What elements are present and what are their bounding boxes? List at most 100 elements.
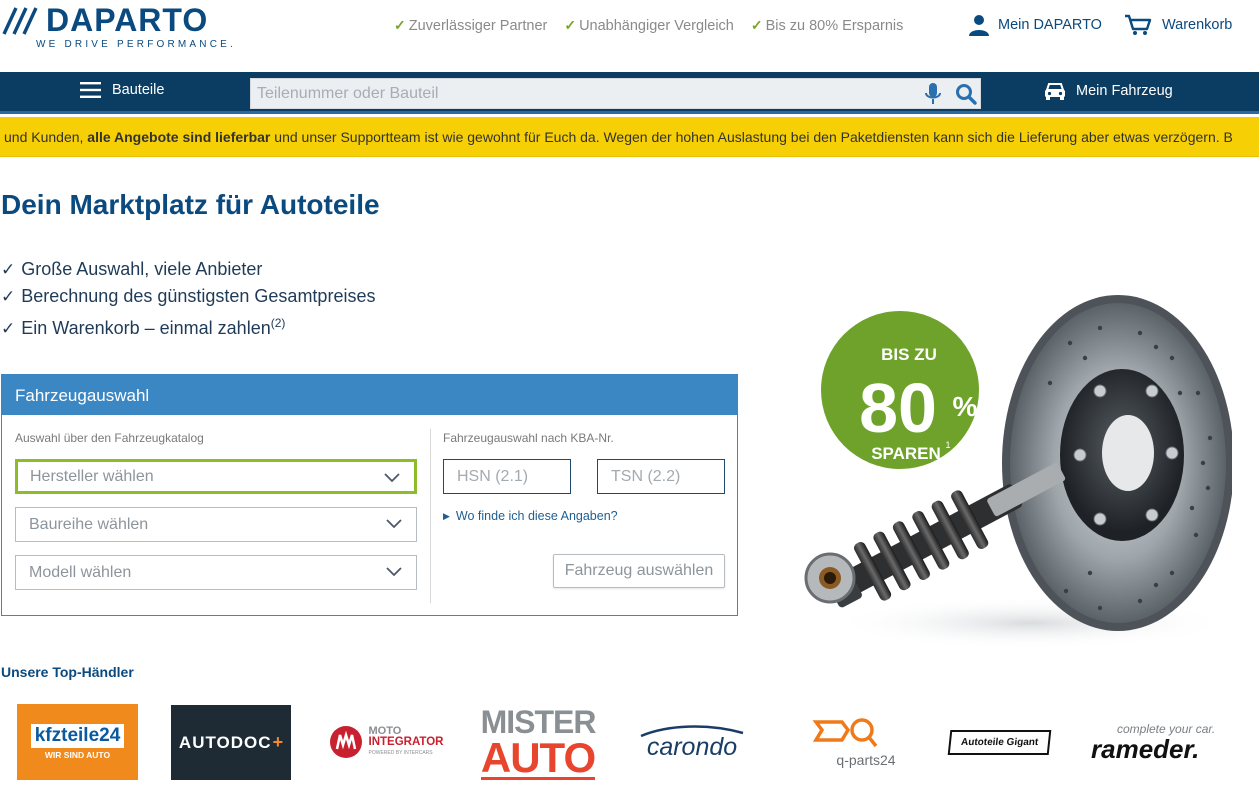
my-account-link[interactable]: Mein DAPARTO bbox=[968, 14, 1102, 36]
search-input[interactable] bbox=[251, 79, 911, 108]
banner-text-end: und unser Supportteam ist wie gewohnt fü… bbox=[270, 129, 1233, 145]
usp-item: ✓ Zuverlässiger Partner bbox=[394, 17, 547, 34]
manufacturer-select[interactable]: Hersteller wählen bbox=[15, 459, 417, 494]
search-box bbox=[250, 78, 981, 109]
tsn-input[interactable] bbox=[597, 459, 725, 494]
rameder-wordmark: rameder. bbox=[1091, 734, 1200, 764]
search-icon[interactable] bbox=[955, 83, 977, 105]
logo-wordmark: DAPARTO bbox=[2, 2, 208, 39]
chevron-down-icon bbox=[386, 567, 402, 577]
info-banner: und Kunden, alle Angebote sind lieferbar… bbox=[0, 117, 1259, 157]
misterauto-line2: AUTO bbox=[480, 733, 596, 781]
triangle-right-icon: ▶ bbox=[443, 510, 450, 521]
parts-menu-label: Bauteile bbox=[112, 82, 165, 98]
chevron-down-icon bbox=[384, 473, 400, 483]
usp-list: ✓ Zuverlässiger Partner ✓ Unabhängiger Ver… bbox=[394, 17, 903, 34]
logo-text: DAPARTO bbox=[46, 2, 209, 38]
footnote-marker[interactable]: (2) bbox=[271, 316, 286, 330]
hsn-input[interactable] bbox=[443, 459, 571, 494]
cart-icon bbox=[1125, 14, 1152, 35]
series-select-value: Baureihe wählen bbox=[29, 515, 149, 533]
check-icon: ✓ bbox=[750, 17, 763, 33]
usp-label: Bis zu 80% Ersparnis bbox=[765, 17, 904, 34]
check-icon: ✓ bbox=[564, 17, 577, 33]
banner-text-start: und Kunden, bbox=[4, 129, 88, 145]
carondo-wordmark: carondo bbox=[646, 732, 738, 761]
kba-label: Fahrzeugauswahl nach KBA-Nr. bbox=[443, 431, 614, 445]
motointegrator-line3: POWERED BY INTERCARS bbox=[368, 749, 433, 756]
model-select-value: Modell wählen bbox=[29, 563, 132, 581]
dealer-logo-rameder[interactable]: complete your car. rameder. bbox=[1091, 700, 1221, 784]
hamburger-icon bbox=[80, 82, 101, 98]
promo-line1: BIS ZU bbox=[881, 345, 937, 364]
cart-link[interactable]: Warenkorb bbox=[1124, 14, 1232, 36]
autodoc-wordmark: AUTODOC bbox=[178, 732, 272, 752]
account-label: Mein DAPARTO bbox=[998, 17, 1102, 33]
panel-divider bbox=[430, 429, 431, 603]
dealer-logo-carondo[interactable]: carondo bbox=[632, 700, 752, 784]
benefit-text: Ein Warenkorb – einmal zahlen bbox=[21, 318, 271, 338]
check-icon: ✓ bbox=[1, 287, 16, 306]
dealer-logo-qparts24[interactable]: q-parts24 bbox=[787, 700, 907, 784]
benefit-list: ✓ Große Auswahl, viele Anbieter ✓ Berechnu… bbox=[1, 256, 375, 342]
check-icon: ✓ bbox=[1, 319, 16, 338]
promo-brake-image[interactable]: BIS ZU 80 % SPAREN 1 bbox=[800, 273, 1232, 649]
qparts24-wordmark: q-parts24 bbox=[836, 752, 896, 768]
kfzteile24-tagline: WIR SIND AUTO bbox=[44, 750, 111, 760]
kba-help-label: Wo finde ich diese Angaben? bbox=[455, 509, 618, 523]
dealer-logo-autoteilegigant[interactable]: Autoteile Gigant bbox=[941, 700, 1059, 784]
benefit-item: ✓ Ein Warenkorb – einmal zahlen(2) bbox=[1, 310, 375, 342]
usp-item: ✓ Bis zu 80% Ersparnis bbox=[751, 17, 904, 34]
check-icon: ✓ bbox=[1, 260, 16, 279]
motointegrator-emblem-icon bbox=[329, 726, 362, 758]
promo-percent-value: 80 bbox=[859, 369, 937, 447]
cart-label: Warenkorb bbox=[1162, 17, 1233, 33]
my-vehicle-label: Mein Fahrzeug bbox=[1076, 83, 1173, 99]
promo-footnote: 1 bbox=[945, 440, 950, 450]
model-select[interactable]: Modell wählen bbox=[15, 555, 417, 590]
manufacturer-select-value: Hersteller wählen bbox=[30, 467, 154, 485]
dealer-logo-motointegrator[interactable]: MOTO INTEGRATOR POWERED BY INTERCARS bbox=[326, 700, 446, 784]
banner-text-bold: alle Angebote sind lieferbar bbox=[87, 129, 271, 145]
usp-label: Unabhängiger Vergleich bbox=[579, 17, 734, 34]
promo-percent-sign: % bbox=[953, 391, 978, 422]
chevron-down-icon bbox=[386, 519, 402, 529]
my-vehicle-button[interactable]: Mein Fahrzeug bbox=[1044, 82, 1173, 100]
dealer-logo-autodoc[interactable]: AUTODOC + bbox=[171, 705, 291, 780]
logo-tagline: WE DRIVE PERFORMANCE. bbox=[36, 39, 236, 50]
nav-bar: Bauteile Mein Fahrzeug bbox=[0, 72, 1259, 114]
dealer-logo-misterauto[interactable]: MISTER AUTO bbox=[480, 700, 596, 784]
vehicle-selection-panel: Fahrzeugauswahl Auswahl über den Fahrzeu… bbox=[1, 374, 738, 616]
top-header: DAPARTO WE DRIVE PERFORMANCE. ✓ Zuverläss… bbox=[0, 0, 1259, 72]
qparts24-emblem-icon bbox=[812, 718, 878, 748]
catalog-label: Auswahl über den Fahrzeugkatalog bbox=[15, 431, 204, 445]
panel-title: Fahrzeugauswahl bbox=[2, 375, 737, 415]
top-dealers-title: Unsere Top-Händler bbox=[1, 664, 134, 680]
kba-help-link[interactable]: ▶ Wo finde ich diese Angaben? bbox=[443, 509, 618, 523]
benefit-label: Ein Warenkorb – einmal zahlen(2) bbox=[21, 310, 285, 342]
benefit-label: Berechnung des günstigsten Gesamtpreises bbox=[21, 286, 376, 306]
autoteilegigant-wordmark: Autoteile Gigant bbox=[948, 729, 1052, 755]
check-icon: ✓ bbox=[394, 17, 406, 33]
motointegrator-line1: MOTO bbox=[368, 724, 402, 737]
microphone-icon[interactable] bbox=[923, 83, 943, 105]
daparto-logo[interactable]: DAPARTO WE DRIVE PERFORMANCE. bbox=[2, 2, 252, 50]
car-icon bbox=[1045, 83, 1065, 100]
dealer-logo-kfzteile24[interactable]: kfzteile24 WIR SIND AUTO bbox=[17, 704, 138, 780]
plus-icon: + bbox=[272, 732, 284, 752]
benefit-label: Große Auswahl, viele Anbieter bbox=[21, 259, 263, 279]
info-banner-text: und Kunden, alle Angebote sind lieferbar… bbox=[4, 129, 1233, 145]
usp-label: Zuverlässiger Partner bbox=[408, 17, 548, 34]
page-title: Dein Marktplatz für Autoteile bbox=[1, 189, 380, 220]
benefit-item: ✓ Große Auswahl, viele Anbieter bbox=[1, 256, 375, 283]
series-select[interactable]: Baureihe wählen bbox=[15, 507, 417, 542]
promo-line2: SPAREN bbox=[871, 444, 941, 463]
motointegrator-wordmark: MOTO INTEGRATOR POWERED BY INTERCARS bbox=[368, 724, 444, 759]
benefit-item: ✓ Berechnung des günstigsten Gesamtpreise… bbox=[1, 283, 375, 310]
usp-item: ✓ Unabhängiger Vergleich bbox=[564, 17, 734, 34]
logo-slashes-icon bbox=[2, 6, 38, 35]
user-icon bbox=[969, 15, 989, 36]
select-vehicle-button[interactable]: Fahrzeug auswählen bbox=[553, 554, 725, 588]
kfzteile24-wordmark: kfzteile24 bbox=[30, 724, 125, 748]
parts-menu-button[interactable]: Bauteile bbox=[80, 81, 164, 99]
